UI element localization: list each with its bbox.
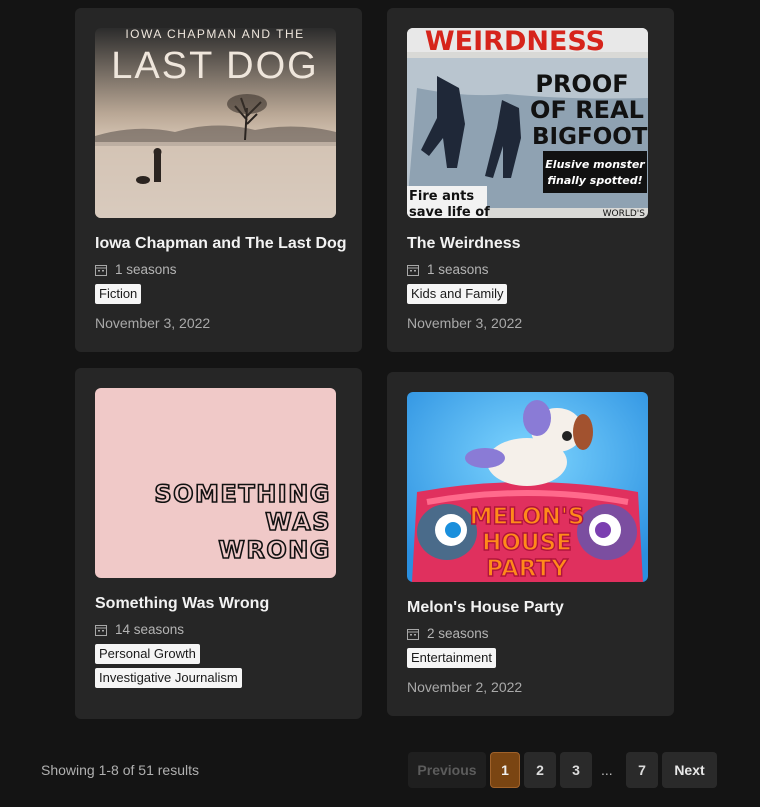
page-button-1[interactable]: 1 (490, 752, 520, 788)
podcast-title[interactable]: Something Was Wrong (95, 594, 342, 613)
tag-list: Fiction (95, 284, 342, 308)
podcast-title[interactable]: Melon's House Party (407, 598, 654, 617)
cover-title-line1: SOMETHING (154, 480, 331, 508)
cover-image[interactable]: MELON'S HOUSE PARTY (407, 392, 648, 582)
cover-title-line1: MELON'S (470, 504, 585, 530)
seasons-count: 1 seasons (427, 262, 489, 277)
genre-tag[interactable]: Kids and Family (407, 284, 508, 304)
podcast-card-something-was-wrong[interactable]: SOMETHING WAS WRONG Something Was Wrong … (75, 368, 362, 719)
cover-title-line1: IOWA CHAPMAN AND THE (125, 28, 304, 41)
calendar-icon (95, 265, 107, 276)
cover-title-line2: LAST DOG (111, 45, 318, 87)
calendar-icon (407, 265, 419, 276)
cover-image[interactable]: SOMETHING WAS WRONG (95, 388, 336, 578)
cover-title-line3: WRONG (218, 536, 331, 564)
genre-tag[interactable]: Entertainment (407, 648, 496, 668)
podcast-title[interactable]: Iowa Chapman and The Last Dog (95, 234, 347, 253)
page-button-3[interactable]: 3 (560, 752, 592, 788)
previous-page-button[interactable]: Previous (408, 752, 486, 788)
cover-sub2: finally spotted! (547, 174, 642, 187)
results-summary: Showing 1-8 of 51 results (41, 762, 199, 778)
pagination-ellipsis: ... (601, 762, 613, 778)
tag-list: Kids and Family (407, 284, 654, 308)
seasons-row: 1 seasons (407, 261, 654, 279)
seasons-row: 1 seasons (95, 261, 342, 279)
page-button-2[interactable]: 2 (524, 752, 556, 788)
release-date: November 2, 2022 (407, 679, 523, 695)
next-page-button[interactable]: Next (662, 752, 717, 788)
seasons-row: 2 seasons (407, 625, 654, 643)
cover-image[interactable]: WEIRDNESS PROOF OF REAL BIGFOOT! Elusive… (407, 28, 648, 218)
calendar-icon (95, 625, 107, 636)
genre-tag[interactable]: Fiction (95, 284, 142, 304)
tag-list: Entertainment (407, 648, 654, 672)
genre-tag[interactable]: Investigative Journalism (95, 668, 242, 688)
podcast-card-iowa-chapman[interactable]: IOWA CHAPMAN AND THE LAST DOG Iowa Chapm… (75, 8, 362, 352)
cover-side2: save life of (409, 205, 490, 218)
cover-headline1: PROOF (535, 70, 628, 98)
podcast-grid-page: IOWA CHAPMAN AND THE LAST DOG Iowa Chapm… (0, 0, 760, 807)
cover-image[interactable]: IOWA CHAPMAN AND THE LAST DOG (95, 28, 336, 218)
cover-masthead: WEIRDNESS (425, 28, 605, 57)
podcast-card-melons-house-party[interactable]: MELON'S HOUSE PARTY Melon's House Party … (387, 372, 674, 716)
cover-title-line2: HOUSE (482, 530, 572, 556)
cover-sub1: Elusive monster (545, 158, 645, 171)
cover-headline3: BIGFOOT! (532, 124, 648, 150)
cover-side1: Fire ants (409, 189, 474, 204)
seasons-row: 14 seasons (95, 621, 342, 639)
seasons-count: 1 seasons (115, 262, 177, 277)
release-date: November 3, 2022 (95, 315, 211, 331)
cover-headline2: OF REAL (530, 96, 644, 124)
cover-title-line2: WAS (265, 508, 331, 536)
cover-footer: WORLD'S (603, 209, 646, 218)
seasons-count: 14 seasons (115, 622, 185, 637)
release-date: November 3, 2022 (407, 315, 523, 331)
seasons-count: 2 seasons (427, 626, 489, 641)
calendar-icon (407, 629, 419, 640)
genre-tag[interactable]: Personal Growth (95, 644, 200, 664)
page-button-7[interactable]: 7 (626, 752, 658, 788)
tag-list: Personal Growth Investigative Journalism (95, 644, 342, 692)
cover-title-line3: PARTY (486, 556, 568, 582)
podcast-card-the-weirdness[interactable]: WEIRDNESS PROOF OF REAL BIGFOOT! Elusive… (387, 8, 674, 352)
podcast-title[interactable]: The Weirdness (407, 234, 654, 253)
